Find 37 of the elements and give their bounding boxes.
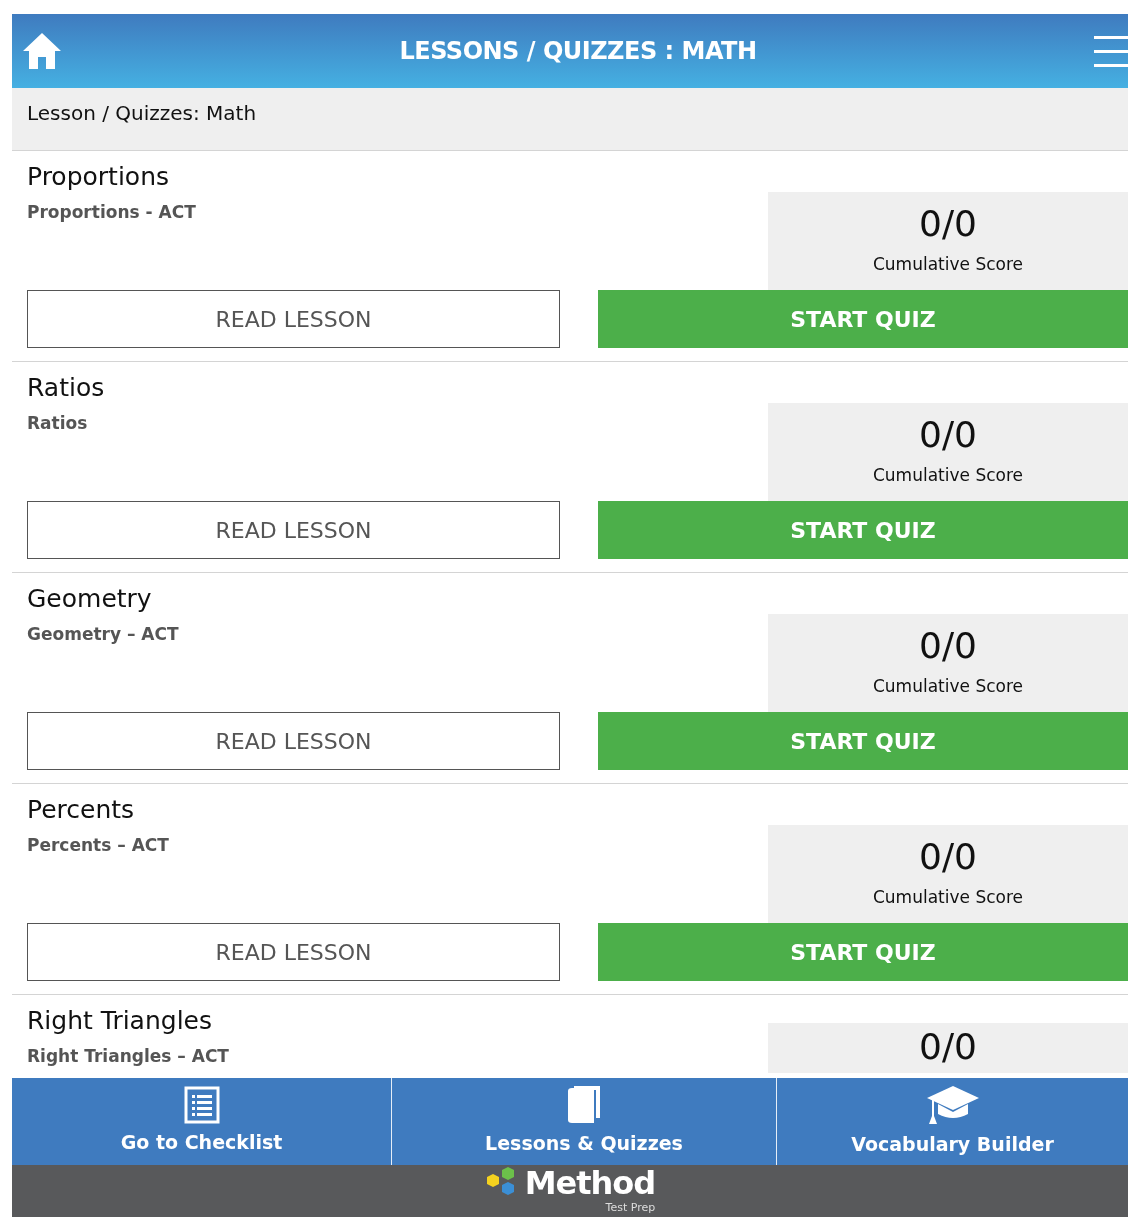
lesson-title: Geometry bbox=[27, 583, 153, 614]
score-label: Cumulative Score bbox=[871, 675, 1024, 698]
header-title: LESSONS / QUIZZES : MATH bbox=[399, 36, 757, 67]
graduation-cap-icon bbox=[925, 1084, 980, 1127]
score-label: Cumulative Score bbox=[871, 253, 1024, 276]
lesson-subtitle: Geometry – ACT bbox=[27, 623, 180, 646]
score-value: 0/0 bbox=[918, 835, 978, 879]
lesson-title: Right Triangles bbox=[27, 1005, 213, 1036]
logo-text: Method bbox=[524, 1165, 656, 1201]
read-lesson-button[interactable]: READ LESSON bbox=[27, 290, 560, 348]
lesson-title: Proportions bbox=[27, 161, 171, 192]
menu-button[interactable] bbox=[1094, 34, 1128, 68]
score-value: 0/0 bbox=[918, 202, 978, 246]
start-quiz-button[interactable]: START QUIZ bbox=[598, 501, 1128, 559]
lesson-title: Percents bbox=[27, 794, 136, 825]
bottom-nav-item[interactable]: Go to Checklist bbox=[12, 1078, 391, 1165]
start-quiz-button[interactable]: START QUIZ bbox=[598, 712, 1128, 770]
score-label: Cumulative Score bbox=[871, 886, 1024, 909]
lesson-subtitle: Ratios bbox=[27, 412, 89, 435]
lesson-subtitle: Percents – ACT bbox=[27, 834, 170, 857]
score-label: Cumulative Score bbox=[871, 464, 1024, 487]
score-value: 0/0 bbox=[918, 624, 978, 668]
read-lesson-button[interactable]: READ LESSON bbox=[27, 923, 560, 981]
home-button[interactable] bbox=[22, 31, 62, 71]
start-quiz-button[interactable]: START QUIZ bbox=[598, 923, 1128, 981]
logo-tagline: Test Prep bbox=[604, 1201, 656, 1214]
lesson-subtitle: Proportions - ACT bbox=[27, 201, 197, 224]
breadcrumb-text: Lesson / Quizzes: Math bbox=[27, 101, 257, 125]
book-icon bbox=[566, 1085, 602, 1126]
score-value: 0/0 bbox=[918, 413, 978, 457]
score-value: 0/0 bbox=[918, 1025, 978, 1069]
checklist-icon bbox=[183, 1086, 220, 1125]
start-quiz-button[interactable]: START QUIZ bbox=[598, 290, 1128, 348]
lesson-title: Ratios bbox=[27, 372, 106, 403]
read-lesson-button[interactable]: READ LESSON bbox=[27, 712, 560, 770]
lesson-subtitle: Right Triangles – ACT bbox=[27, 1045, 230, 1068]
read-lesson-button[interactable]: READ LESSON bbox=[27, 501, 560, 559]
